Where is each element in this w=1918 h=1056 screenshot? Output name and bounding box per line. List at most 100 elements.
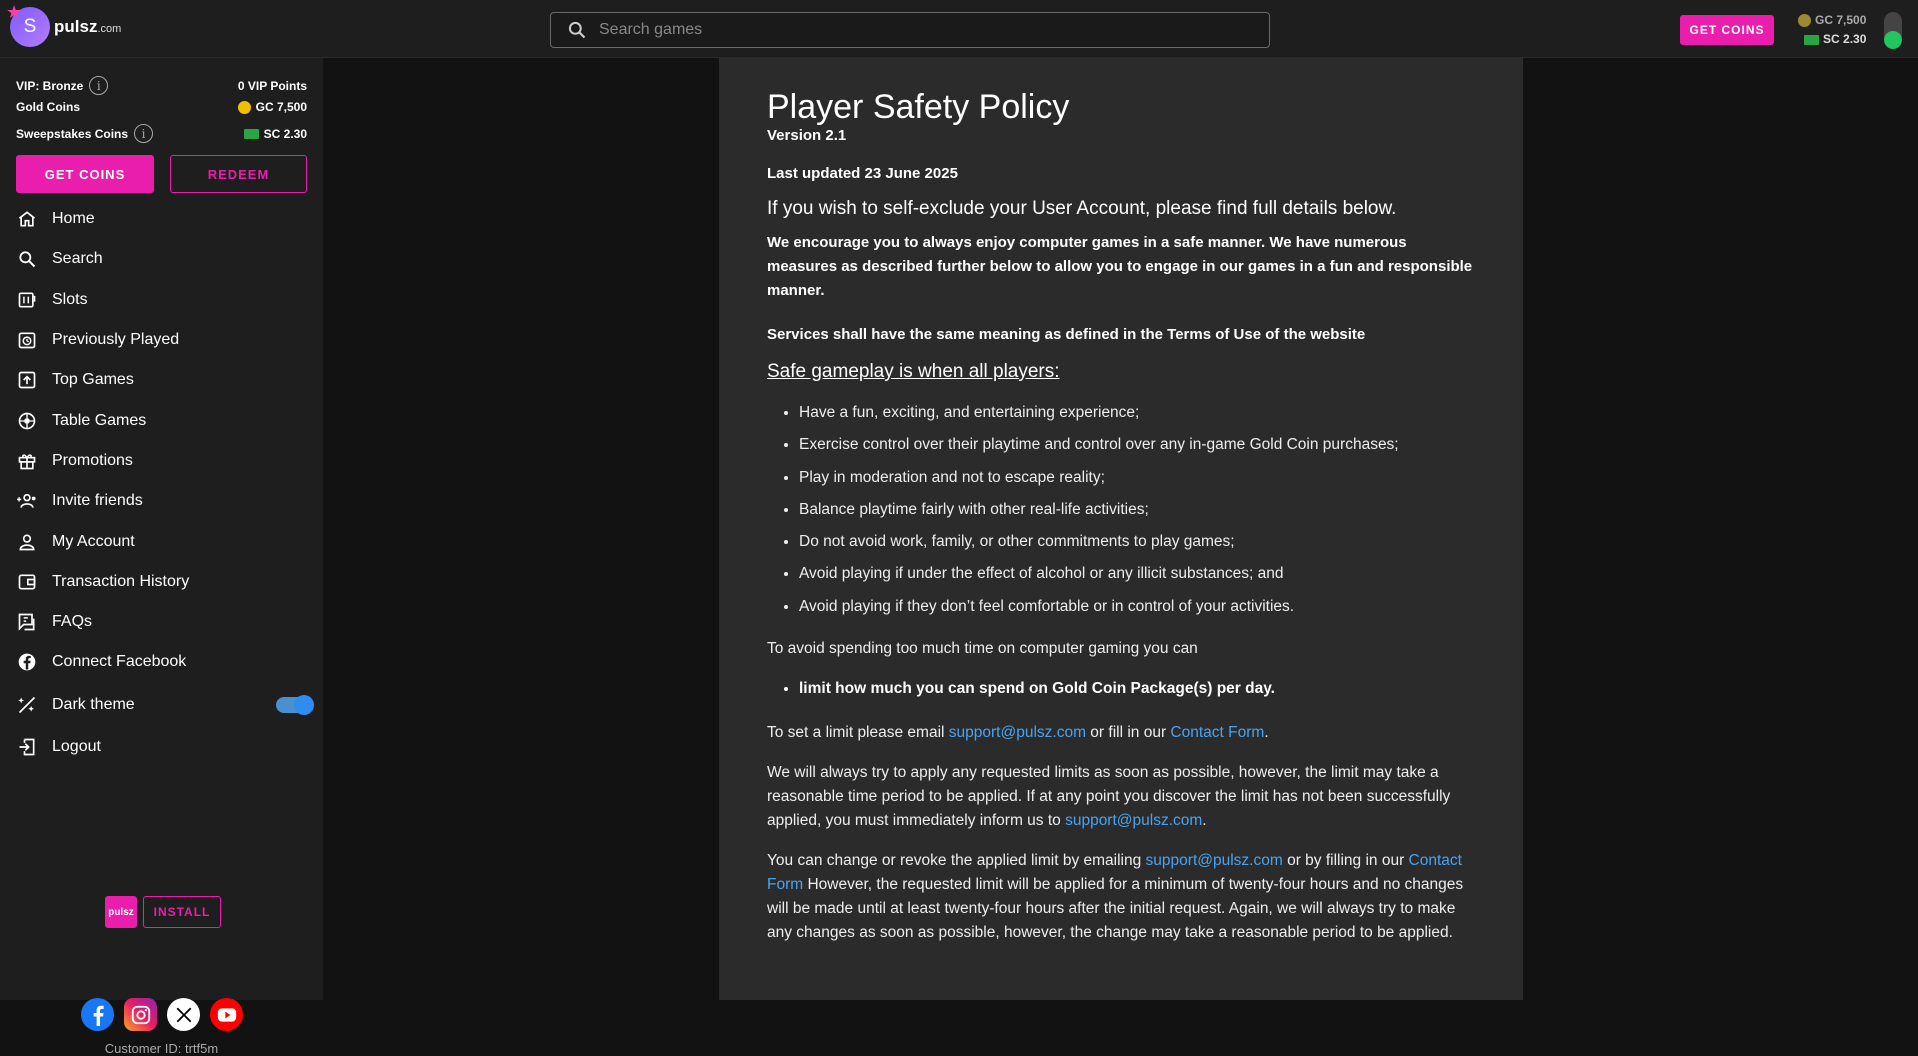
theme-icon [16,694,38,716]
list-item: Play in moderation and not to escape rea… [799,462,1475,494]
sidebar-item-top-games[interactable]: Top Games [16,360,316,400]
apply-limit-paragraph: We will always try to apply any requeste… [767,761,1475,833]
star-badge-icon: ★ [6,2,23,22]
header-balances[interactable]: GC 7,500 SC 2.30 [1798,11,1866,49]
sidebar-item-label: Promotions [52,451,133,469]
page-title: Player Safety Policy [767,88,1070,126]
set-limit-paragraph: To set a limit please email support@puls… [767,721,1475,745]
user-avatar[interactable]: ★ S [6,3,50,47]
change-limit-mid-text: or by filling in our [1282,852,1409,870]
sidebar-nav: Home Search Slots Previously Played Top … [16,199,316,767]
sidebar-item-dark-theme[interactable]: Dark theme [16,683,316,727]
sidebar-item-label: Dark theme [52,695,135,713]
sweeps-bill-icon [243,128,259,139]
list-item: Have a fun, exciting, and entertaining e… [799,397,1475,429]
sidebar-item-search[interactable]: Search [16,239,316,279]
change-limit-text: You can change or revoke the applied lim… [767,852,1146,870]
instagram-link-icon[interactable] [124,998,157,1031]
search-bar[interactable] [550,12,1270,48]
get-coins-button[interactable]: GET COINS [16,155,154,193]
set-limit-text: To set a limit please email [767,724,949,742]
sidebar-item-slots[interactable]: Slots [16,280,316,320]
history-icon [16,329,38,351]
search-icon [568,21,586,39]
pulsz-app-logo: pulsz [105,896,137,928]
vip-info-icon[interactable]: i [89,76,109,95]
sidebar-item-table-games[interactable]: Table Games [16,400,316,440]
sidebar-item-connect-facebook[interactable]: Connect Facebook [16,642,316,682]
gold-coins-value: GC 7,500 [255,100,307,114]
youtube-link-icon[interactable] [210,998,243,1031]
facebook-icon [16,651,38,673]
home-icon [16,208,38,230]
sidebar-item-label: Slots [52,290,88,308]
dark-theme-toggle[interactable] [276,694,314,715]
sidebar-item-transaction-history[interactable]: Transaction History [16,562,316,602]
sweeps-bill-icon [1804,34,1820,45]
sweepstakes-info-icon[interactable]: i [134,124,154,143]
sidebar-item-label: FAQs [52,613,93,631]
redeem-button[interactable]: REDEEM [170,155,307,193]
safe-gameplay-list: Have a fun, exciting, and entertaining e… [767,397,1475,623]
top-games-icon [16,369,38,391]
safe-gameplay-heading: Safe gameplay is when all players: [767,361,1060,382]
vip-points: 0 VIP Points [237,78,307,93]
x-twitter-link-icon[interactable] [167,998,200,1031]
avatar-initial: S [23,16,37,37]
sidebar-item-faqs[interactable]: FAQs [16,602,316,642]
invite-friends-icon [16,490,38,512]
sidebar-item-logout[interactable]: Logout [16,727,316,767]
balance-toggle[interactable] [1884,12,1902,49]
gold-coin-icon [237,100,251,114]
list-item: limit how much you can spend on Gold Coi… [799,677,1475,701]
sidebar-item-label: Table Games [52,411,147,429]
contact-form-link[interactable]: Contact Form [1170,724,1264,741]
list-item: Avoid playing if they don’t feel comfort… [799,591,1475,623]
social-links [81,998,243,1031]
list-item: Balance playtime fairly with other real-… [799,494,1475,526]
roulette-icon [16,410,38,432]
gold-coins-row: Gold Coins GC 7,500 [16,100,307,114]
logout-icon [16,736,38,758]
change-limit-paragraph: You can change or revoke the applied lim… [767,849,1475,945]
sidebar-item-home[interactable]: Home [16,199,316,239]
policy-version: Version 2.1 [767,127,847,144]
logo-tld: .com [97,23,122,35]
support-email-link[interactable]: support@pulsz.com [949,724,1086,741]
install-app-row: pulsz INSTALL [105,896,221,928]
header-gc-balance: GC 7,500 [1815,13,1867,27]
services-note: Services shall have the same meaning as … [767,326,1366,343]
sidebar-item-label: Transaction History [52,572,190,590]
facebook-link-icon[interactable] [81,998,114,1031]
header-sc-balance: SC 2.30 [1823,32,1867,46]
policy-card: Player Safety Policy Version 2.1 Last up… [719,58,1523,1000]
gift-icon [16,450,38,472]
search-input[interactable] [599,21,1219,39]
main-content: Player Safety Policy Version 2.1 Last up… [323,58,1918,1000]
intro-paragraph: We encourage you to always enjoy compute… [767,234,1473,299]
sidebar-item-promotions[interactable]: Promotions [16,441,316,481]
top-bar: ★ S pulsz.com GET COINS GC 7,500 SC 2.30 [0,0,1918,58]
list-item: Do not avoid work, family, or other comm… [799,526,1475,558]
logo-name: pulsz [54,17,98,36]
header-get-coins-button[interactable]: GET COINS [1680,15,1774,45]
support-email-link[interactable]: support@pulsz.com [1146,852,1283,869]
install-button[interactable]: INSTALL [143,896,221,928]
sidebar-item-label: Invite friends [52,492,143,510]
sidebar-item-label: Previously Played [52,331,180,349]
sidebar-item-label: Home [52,210,95,228]
sweepstakes-value: SC 2.30 [263,126,307,141]
sweepstakes-coins-row: Sweepstakes Coins i SC 2.30 [16,124,307,143]
support-email-link[interactable]: support@pulsz.com [1065,812,1202,829]
pulsz-logo[interactable]: ★ S pulsz.com [6,3,121,47]
sidebar-item-my-account[interactable]: My Account [16,521,316,561]
set-limit-mid-text: or fill in our [1086,724,1171,742]
sidebar-item-invite-friends[interactable]: Invite friends [16,481,316,521]
self-exclude-lead: If you wish to self-exclude your User Ac… [767,198,1397,219]
period-text: . [1202,812,1207,830]
logo-text: pulsz.com [54,17,121,37]
limit-list: limit how much you can spend on Gold Coi… [767,677,1475,701]
sidebar-item-label: Logout [52,737,101,755]
search-icon [16,248,38,270]
sidebar-item-previously-played[interactable]: Previously Played [16,320,316,360]
